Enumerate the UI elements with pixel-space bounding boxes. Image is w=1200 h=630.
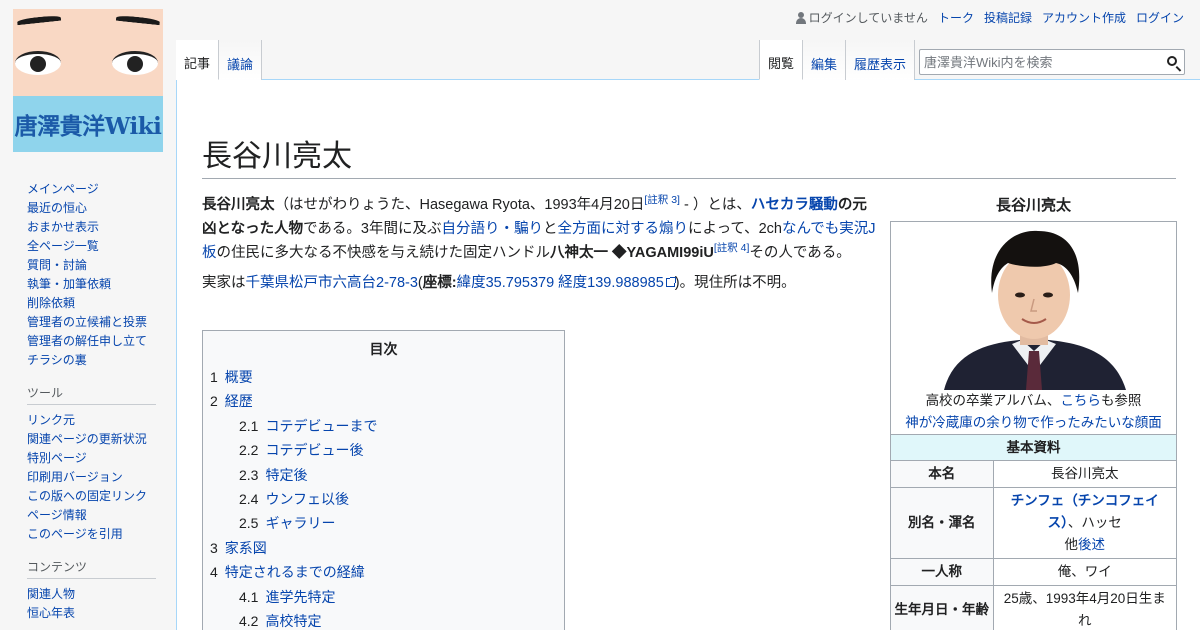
user-icon [795,11,806,24]
tab-article[interactable]: 記事 [176,40,220,80]
toc-item[interactable]: 2.2 コテデビュー後 [210,438,557,462]
incident-link[interactable]: ハセカラ騒動 [751,197,838,213]
sidebar-item-admin-vote[interactable]: 管理者の立候補と投票 [27,313,176,332]
search-box [919,49,1185,75]
tools-heading: ツール [27,384,156,405]
infobox-row-dob: 生年月日・年齢 25歳、1993年4月20日生まれ [891,585,1176,630]
table-of-contents: 目次 1 概要 2 経歴 2.1 コテデビューまで 2.2 コテデビュー後 2.3 特定後… [202,330,565,630]
left-eye [15,51,61,75]
sidebar-item-main-page[interactable]: メインページ [27,180,176,199]
sidebar-item-related-people[interactable]: 関連人物 [27,585,176,604]
handle-name: 八神太一 ◆YAGAMI99iU [550,245,714,261]
sidebar-item-permalink[interactable]: この版への固定リンク [27,487,176,506]
impersonation-link[interactable]: 騙り [514,221,543,237]
toc-item[interactable]: 4.2 高校特定 [210,609,557,630]
toc-item[interactable]: 3 家系図 [210,536,557,560]
external-link-icon [665,277,676,287]
sidebar-tools: ツール リンク元 関連ページの更新状況 特別ページ 印刷用バージョン この版への… [0,384,176,544]
logo-text: 唐澤貴洋Wiki [14,113,162,140]
infobox-row-name: 本名 長谷川亮太 [891,460,1176,488]
sidebar-item-related-changes[interactable]: 関連ページの更新状況 [27,430,176,449]
infobox: 長谷川亮太 高校の卒業アルバム、こちらも参照 神が冷蔵庫の余り物で作ったみたいな… [890,195,1177,630]
anon-status: ログインしていません [795,9,928,26]
subject-name: 長谷川亮太 [202,197,275,213]
sidebar-item-recent[interactable]: 最近の恒心 [27,199,176,218]
address-paragraph: 実家は千葉県松戸市六高台2-78-3(座標:緯度35.795379 経度139.… [202,275,796,291]
caption-link-face[interactable]: 神が冷蔵庫の余り物で作ったみたいな顔面 [905,415,1162,430]
footnote-4[interactable]: [註釈 4] [714,242,750,254]
toc-item[interactable]: 2 経歴 [210,389,557,413]
toc-item[interactable]: 2.1 コテデビューまで [210,414,557,438]
toc-item[interactable]: 2.4 ウンフェ以後 [210,487,557,511]
tab-history[interactable]: 履歴表示 [846,40,916,80]
address-link[interactable]: 千葉県松戸市六高台2-78-3 [246,275,418,291]
view-tabs: 閲覧 編集 履歴表示 [759,40,916,80]
sidebar-item-special-pages[interactable]: 特別ページ [27,449,176,468]
toc-item[interactable]: 2.3 特定後 [210,463,557,487]
infobox-title: 長谷川亮太 [995,197,1071,214]
infobox-row-pronoun: 一人称 俺、ワイ [891,558,1176,586]
coordinates-link[interactable]: 緯度35.795379 経度139.988985 [457,275,664,291]
page-title: 長谷川亮太 [202,138,1176,179]
image-caption: 高校の卒業アルバム、こちらも参照 神が冷蔵庫の余り物で作ったみたいな顔面 [905,393,1162,430]
sidebar-navigation: メインページ 最近の恒心 おまかせ表示 全ページ一覧 質問・討論 執筆・加筆依頼… [0,180,176,370]
right-eye [112,51,158,75]
sidebar-item-print[interactable]: 印刷用バージョン [27,468,176,487]
namespace-tabs: 記事 議論 [176,40,263,80]
infobox-image-cell: 高校の卒業アルバム、こちらも参照 神が冷蔵庫の余り物で作ったみたいな顔面 [891,222,1176,434]
contents-heading: コンテンツ [27,558,156,579]
sidebar-item-all-pages[interactable]: 全ページ一覧 [27,237,176,256]
toc-item[interactable]: 2.5 ギャラリー [210,511,557,535]
tab-discussion[interactable]: 議論 [219,40,263,80]
site-logo[interactable]: 唐澤貴洋Wiki [13,9,163,152]
toc-item[interactable]: 4 特定されるまでの経緯 [210,560,557,584]
toc-item[interactable]: 1 概要 [210,365,557,389]
sidebar-item-deletion[interactable]: 削除依頼 [27,294,176,313]
sidebar-item-questions[interactable]: 質問・討論 [27,256,176,275]
flaming-link[interactable]: 全方面に対する煽り [558,221,689,237]
sidebar-item-page-info[interactable]: ページ情報 [27,506,176,525]
search-icon[interactable] [1167,56,1177,66]
sidebar-item-random[interactable]: おまかせ表示 [27,218,176,237]
logo-face [13,9,163,96]
sidebar-contents: コンテンツ 関連人物 恒心年表 [0,558,176,623]
infobox-row-alias: 別名・渾名 チンフェ（チンコフェイス）、ハッセ 他後述 [891,487,1176,559]
login-link[interactable]: ログイン [1136,9,1184,26]
sidebar: メインページ 最近の恒心 おまかせ表示 全ページ一覧 質問・討論 執筆・加筆依頼… [0,180,176,630]
tab-read[interactable]: 閲覧 [759,40,804,80]
sidebar-item-cite[interactable]: このページを引用 [27,525,176,544]
article-body: 長谷川亮太（はせがわりょうた、Hasegawa Ryota、1993年4月20日… [202,193,878,301]
tab-edit[interactable]: 編集 [803,40,847,80]
footnote-3[interactable]: [註釈 3] [644,194,680,206]
sidebar-item-admin-dismiss[interactable]: 管理者の解任申し立て [27,332,176,351]
infobox-table: 本名 長谷川亮太 別名・渾名 チンフェ（チンコフェイス）、ハッセ 他後述 一人称 … [891,460,1176,630]
sidebar-item-scratch[interactable]: チラシの裏 [27,351,176,370]
intro-paragraph: 長谷川亮太（はせがわりょうた、Hasegawa Ryota、1993年4月20日… [202,194,876,261]
infobox-frame: 高校の卒業アルバム、こちらも参照 神が冷蔵庫の余り物で作ったみたいな顔面 基本資… [890,221,1177,630]
sidebar-item-requests[interactable]: 執筆・加筆依頼 [27,275,176,294]
content-area: 長谷川亮太 長谷川亮太（はせがわりょうた、Hasegawa Ryota、1993… [176,79,1200,630]
toc-item[interactable]: 4.1 進学先特定 [210,585,557,609]
sidebar-item-timeline[interactable]: 恒心年表 [27,604,176,623]
right-eyebrow [115,14,161,26]
personal-tools: ログインしていません トーク 投稿記録 アカウント作成 ログイン [795,9,1184,26]
infobox-section-header: 基本資料 [891,434,1176,460]
contributions-link[interactable]: 投稿記録 [984,9,1032,26]
search-input[interactable] [920,50,1150,74]
sidebar-item-whatlinkshere[interactable]: リンク元 [27,411,176,430]
toc-title: 目次 [369,341,398,357]
alias-more-link[interactable]: 後述 [1078,537,1105,552]
create-account-link[interactable]: アカウント作成 [1042,9,1126,26]
left-eyebrow [16,14,62,26]
caption-link[interactable]: こちら [1060,393,1101,408]
portrait-photo[interactable] [933,223,1134,390]
self-talk-link[interactable]: 自分語り [442,221,500,237]
talk-link[interactable]: トーク [938,9,974,26]
